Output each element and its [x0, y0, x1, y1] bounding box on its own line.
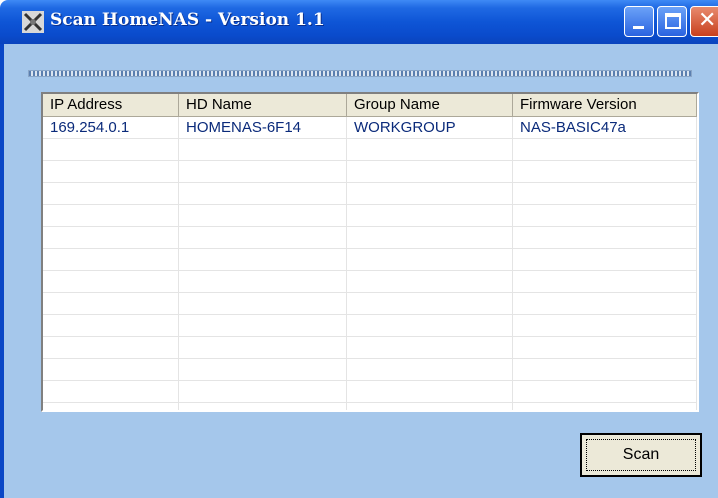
maximize-icon [665, 13, 681, 29]
empty-row [43, 293, 697, 315]
app-window: Scan HomeNAS - Version 1.1 ✕ IP Address … [0, 0, 718, 498]
empty-row [43, 249, 697, 271]
empty-row [43, 205, 697, 227]
ip-address-cell: 169.254.0.1 [43, 117, 179, 138]
column-header-group-name[interactable]: Group Name [347, 94, 513, 116]
column-header-hd-name[interactable]: HD Name [179, 94, 347, 116]
table-body: 169.254.0.1 HOMENAS-6F14 WORKGROUP NAS-B… [43, 117, 697, 410]
table-header: IP Address HD Name Group Name Firmware V… [43, 94, 697, 117]
table-row[interactable]: 169.254.0.1 HOMENAS-6F14 WORKGROUP NAS-B… [43, 117, 697, 139]
window-title: Scan HomeNAS - Version 1.1 [50, 10, 325, 30]
title-bar[interactable]: Scan HomeNAS - Version 1.1 ✕ [0, 0, 718, 44]
empty-row [43, 139, 697, 161]
empty-row [43, 227, 697, 249]
firmware-version-cell: NAS-BASIC47a [513, 117, 697, 138]
empty-row [43, 381, 697, 403]
empty-row [43, 271, 697, 293]
close-icon: ✕ [698, 8, 717, 33]
close-button[interactable]: ✕ [690, 6, 718, 37]
minimize-icon [633, 26, 644, 29]
empty-row [43, 161, 697, 183]
empty-row [43, 183, 697, 205]
empty-row [43, 359, 697, 381]
empty-row [43, 403, 697, 410]
nas-list-view[interactable]: IP Address HD Name Group Name Firmware V… [41, 92, 699, 412]
empty-row [43, 315, 697, 337]
scan-progress-bar [28, 70, 692, 77]
column-header-ip-address[interactable]: IP Address [43, 94, 179, 116]
scan-button-label: Scan [586, 439, 696, 471]
column-header-firmware-version[interactable]: Firmware Version [513, 94, 697, 116]
minimize-button[interactable] [624, 6, 654, 37]
group-name-cell: WORKGROUP [347, 117, 513, 138]
crossed-tools-icon [22, 11, 44, 33]
scan-button[interactable]: Scan [580, 433, 702, 477]
empty-row [43, 337, 697, 359]
client-area: IP Address HD Name Group Name Firmware V… [0, 44, 718, 498]
maximize-button[interactable] [657, 6, 687, 37]
hd-name-cell: HOMENAS-6F14 [179, 117, 347, 138]
